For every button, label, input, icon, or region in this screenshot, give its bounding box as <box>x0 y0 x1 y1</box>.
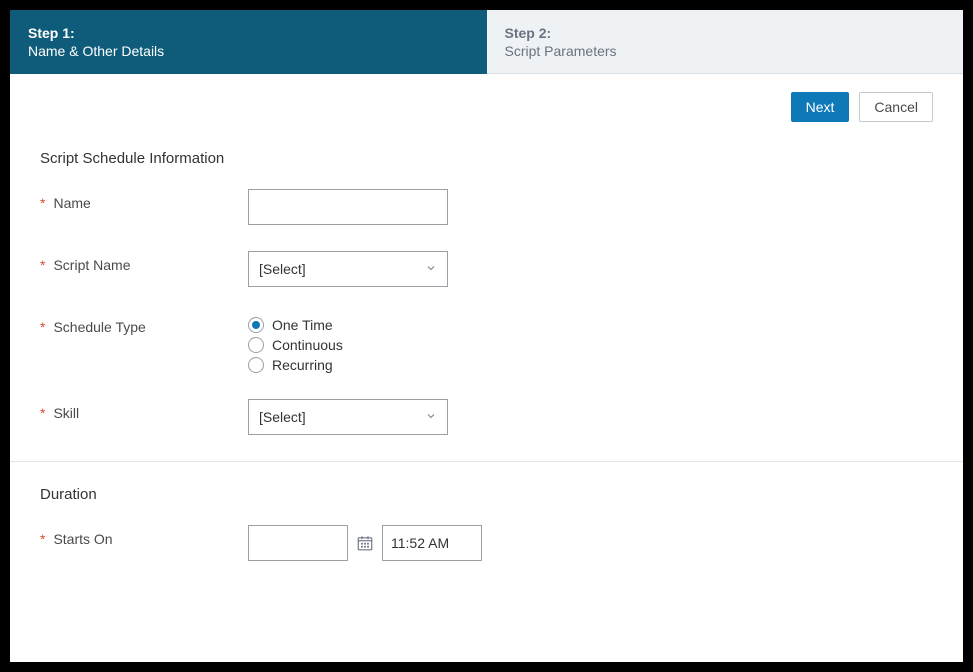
row-name: * Name <box>40 189 933 225</box>
radio-recurring[interactable]: Recurring <box>248 357 343 373</box>
cancel-button[interactable]: Cancel <box>859 92 933 122</box>
row-starts-on: * Starts On <box>40 525 933 561</box>
required-indicator: * <box>40 195 45 211</box>
step-header: Step 1: Name & Other Details Step 2: Scr… <box>10 10 963 74</box>
radio-one-time-label: One Time <box>272 317 333 333</box>
script-name-select[interactable]: [Select] <box>248 251 448 287</box>
chevron-down-icon <box>425 409 437 425</box>
step-2-label: Script Parameters <box>505 43 946 59</box>
section-duration-title: Duration <box>40 486 933 503</box>
radio-continuous[interactable]: Continuous <box>248 337 343 353</box>
chevron-down-icon <box>425 261 437 277</box>
step-1-tab[interactable]: Step 1: Name & Other Details <box>10 10 487 74</box>
step-1-number: Step 1: <box>28 25 469 41</box>
radio-one-time[interactable]: One Time <box>248 317 343 333</box>
script-name-value: [Select] <box>259 261 306 277</box>
wizard-panel: Step 1: Name & Other Details Step 2: Scr… <box>10 10 963 662</box>
form-content: Script Schedule Information * Name * Scr… <box>10 130 963 662</box>
starts-on-time-input[interactable]: 11:52 AM <box>382 525 482 561</box>
starts-on-label: Starts On <box>53 531 112 547</box>
script-name-label: Script Name <box>53 257 130 273</box>
next-button[interactable]: Next <box>791 92 850 122</box>
radio-recurring-label: Recurring <box>272 357 333 373</box>
section-divider <box>10 461 963 462</box>
row-script-name: * Script Name [Select] <box>40 251 933 287</box>
starts-on-date-input[interactable] <box>248 525 348 561</box>
required-indicator: * <box>40 319 45 335</box>
radio-circle-checked-icon <box>248 317 264 333</box>
skill-value: [Select] <box>259 409 306 425</box>
skill-label: Skill <box>53 405 79 421</box>
required-indicator: * <box>40 257 45 273</box>
schedule-type-radio-group: One Time Continuous Recurring <box>248 313 343 373</box>
step-1-label: Name & Other Details <box>28 43 469 59</box>
name-label: Name <box>53 195 90 211</box>
step-2-tab[interactable]: Step 2: Script Parameters <box>487 10 964 74</box>
calendar-icon[interactable] <box>356 534 374 552</box>
schedule-type-label: Schedule Type <box>53 319 145 335</box>
step-2-number: Step 2: <box>505 25 946 41</box>
radio-circle-icon <box>248 337 264 353</box>
required-indicator: * <box>40 405 45 421</box>
row-schedule-type: * Schedule Type One Time Continuous <box>40 313 933 373</box>
required-indicator: * <box>40 531 45 547</box>
action-toolbar: Next Cancel <box>10 74 963 130</box>
section-script-schedule-title: Script Schedule Information <box>40 150 933 167</box>
skill-select[interactable]: [Select] <box>248 399 448 435</box>
radio-circle-icon <box>248 357 264 373</box>
name-input[interactable] <box>248 189 448 225</box>
radio-continuous-label: Continuous <box>272 337 343 353</box>
row-skill: * Skill [Select] <box>40 399 933 435</box>
starts-on-time-value: 11:52 AM <box>391 535 449 551</box>
